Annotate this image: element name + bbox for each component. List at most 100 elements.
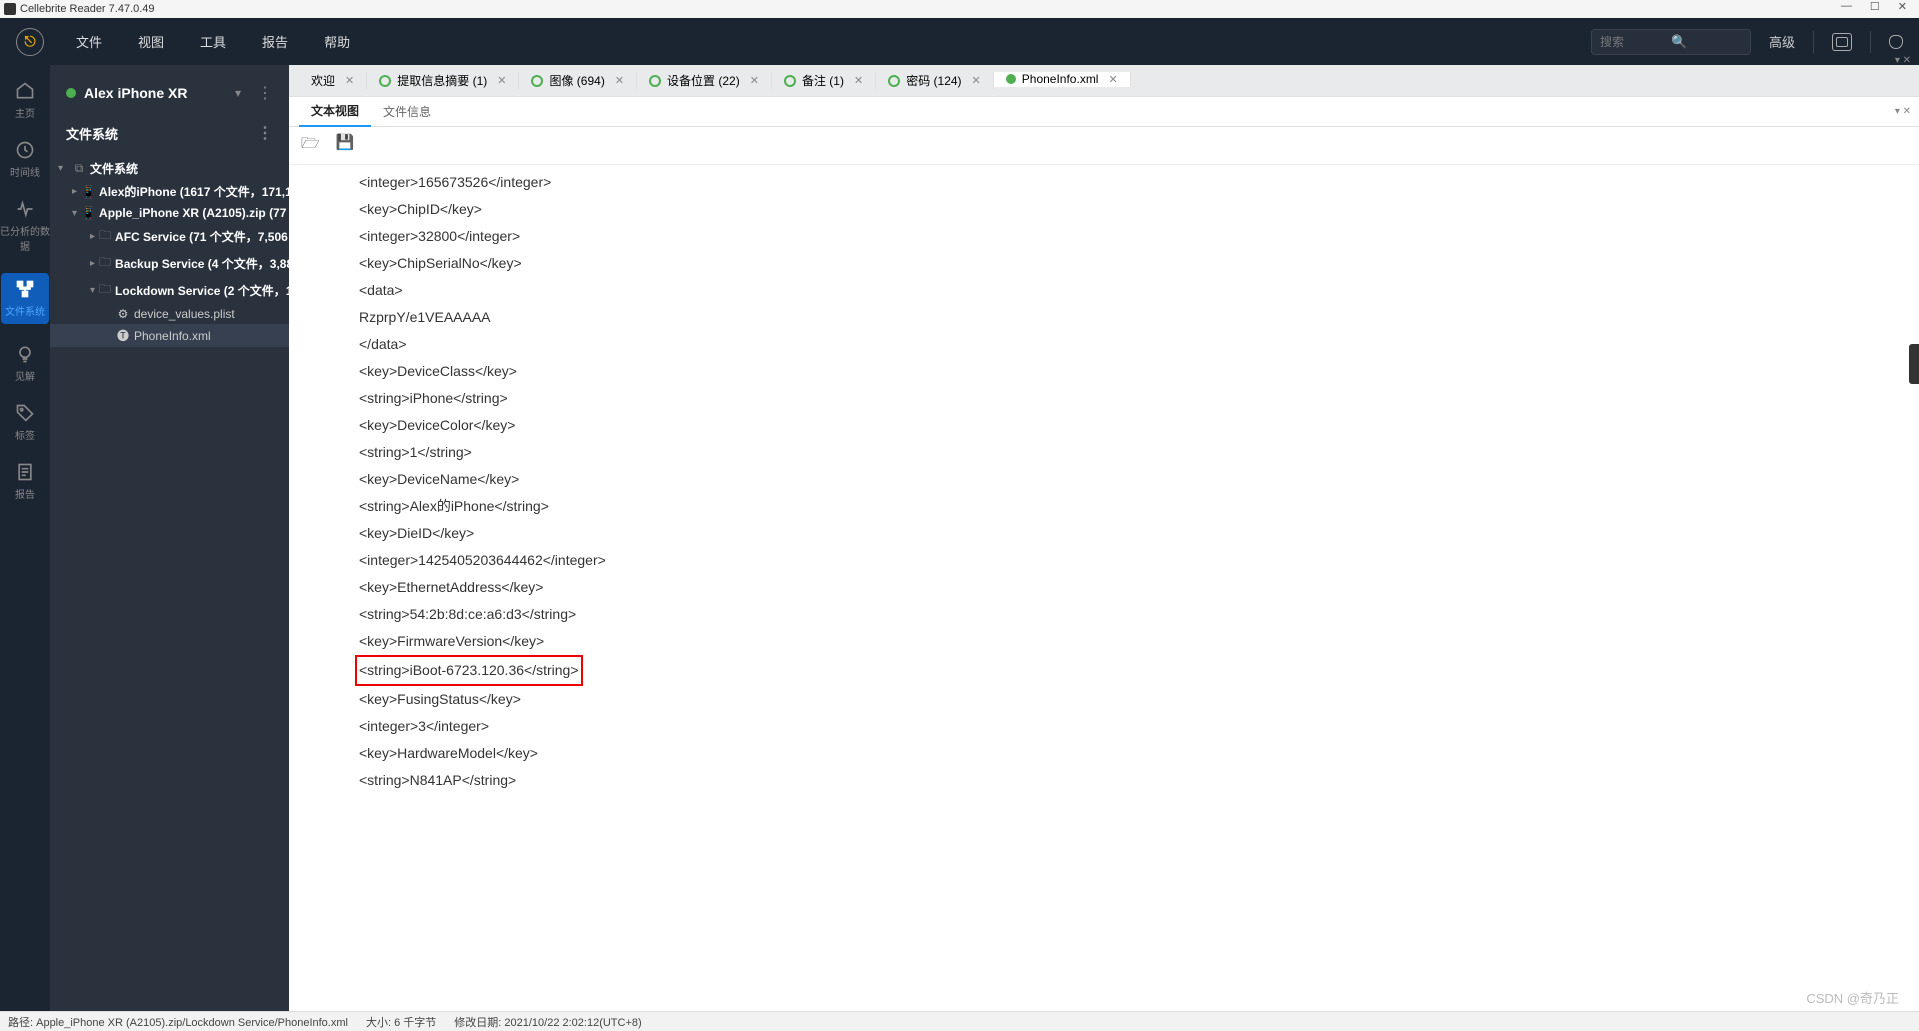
phone-icon: 📱 xyxy=(81,206,95,220)
title-bar: Cellebrite Reader 7.47.0.49 — ☐ ✕ xyxy=(0,0,1919,18)
xml-line: <key>ChipID</key> xyxy=(359,196,1849,223)
menu-tools[interactable]: 工具 xyxy=(200,32,226,51)
close-icon[interactable]: ✕ xyxy=(345,74,354,87)
xml-line: <integer>165673526</integer> xyxy=(359,169,1849,196)
sub-tab-file-info[interactable]: 文件信息 xyxy=(371,97,443,126)
advanced-link[interactable]: 高级 xyxy=(1769,32,1795,51)
xml-line: <key>DeviceName</key> xyxy=(359,466,1849,493)
document-tab[interactable]: 提取信息摘要 (1) ✕ xyxy=(367,72,519,89)
rail-home[interactable]: 主页 xyxy=(15,81,35,120)
tree-label: PhoneInfo.xml xyxy=(134,329,211,343)
sub-tab-text-view[interactable]: 文本视图 xyxy=(299,96,371,127)
xml-line: <key>EthernetAddress</key> xyxy=(359,574,1849,601)
xml-line: <key>DieID</key> xyxy=(359,520,1849,547)
tree-label: AFC Service (71 个文件，7,506 xyxy=(115,228,288,245)
rail-tags[interactable]: 标签 xyxy=(15,403,35,442)
content-area: ▾ ✕ 欢迎✕提取信息摘要 (1)✕图像 (694)✕设备位置 (22)✕备注 … xyxy=(289,65,1919,1011)
save-button[interactable]: 💾 xyxy=(336,133,355,158)
menu-report[interactable]: 报告 xyxy=(262,32,288,51)
tree-label: Backup Service (4 个文件，3,88 xyxy=(115,255,289,272)
open-folder-button[interactable]: 🗁 xyxy=(301,133,320,158)
tree-zip[interactable]: ▾📱Apple_iPhone XR (A2105).zip (77 xyxy=(50,203,289,223)
document-tab[interactable]: 设备位置 (22)✕ xyxy=(637,72,772,89)
window-controls: — ☐ ✕ xyxy=(1841,0,1919,13)
xml-line: <key>DeviceColor</key> xyxy=(359,412,1849,439)
tree-lockdown[interactable]: ▾🗀Lockdown Service (2 个文件，1 xyxy=(50,277,289,304)
open-circle-icon xyxy=(784,75,796,87)
chevron-down-icon: ▾ xyxy=(72,208,77,219)
status-path: 路径: Apple_iPhone XR (A2105).zip/Lockdown… xyxy=(8,1014,348,1030)
document-tab[interactable]: 图像 (694)✕ xyxy=(519,72,637,89)
close-button[interactable]: ✕ xyxy=(1898,0,1907,13)
rail-timeline-label: 时间线 xyxy=(10,164,40,179)
rail-analyzed[interactable]: 已分析的数据 xyxy=(0,199,50,253)
menu-file[interactable]: 文件 xyxy=(76,32,102,51)
main-menu: 文件 视图 工具 报告 帮助 xyxy=(76,32,350,51)
device-header[interactable]: Alex iPhone XR ▾ ⋮ xyxy=(50,65,289,113)
open-circle-icon xyxy=(649,75,661,87)
more-icon[interactable]: ⋮ xyxy=(257,123,273,143)
tree-device[interactable]: ▸📱Alex的iPhone (1617 个文件，171,1 xyxy=(50,180,289,203)
tree-backup[interactable]: ▸🗀Backup Service (4 个文件，3,88 xyxy=(50,250,289,277)
xml-line: <string>iPhone</string> xyxy=(359,385,1849,412)
menu-view[interactable]: 视图 xyxy=(138,32,164,51)
file-icon: 🅣 xyxy=(116,327,130,344)
close-icon[interactable]: ✕ xyxy=(1108,73,1117,86)
xml-line: <integer>32800</integer> xyxy=(359,223,1849,250)
folder-icon: 🗀 xyxy=(99,280,111,301)
more-icon[interactable]: ⋮ xyxy=(257,83,273,103)
gear-icon: ⚙ xyxy=(116,307,130,321)
rail-timeline[interactable]: 时间线 xyxy=(10,140,40,179)
xml-line: <integer>3</integer> xyxy=(359,713,1849,740)
tree-file-plist[interactable]: ⚙device_values.plist xyxy=(50,304,289,324)
close-icon[interactable]: ✕ xyxy=(750,74,759,87)
document-tab[interactable]: PhoneInfo.xml ✕ xyxy=(994,72,1131,87)
tabs-dropdown-icon[interactable]: ▾ ✕ xyxy=(1895,106,1911,117)
chevron-down-icon[interactable]: ▾ xyxy=(235,86,241,100)
rail-home-label: 主页 xyxy=(15,105,35,120)
notification-icon[interactable] xyxy=(1889,35,1903,49)
xml-line: <string>Alex的iPhone</string> xyxy=(359,493,1849,520)
close-icon[interactable]: ✕ xyxy=(497,74,506,87)
right-panel-handle[interactable] xyxy=(1909,344,1919,384)
minimize-button[interactable]: — xyxy=(1841,0,1852,13)
tree-file-phoneinfo[interactable]: 🅣 PhoneInfo.xml xyxy=(50,324,289,347)
xml-line: <data> xyxy=(359,277,1849,304)
open-circle-icon xyxy=(888,75,900,87)
tab-label: PhoneInfo.xml xyxy=(1022,72,1099,86)
folder-icon: 🗀 xyxy=(99,253,111,274)
document-tab[interactable]: 欢迎✕ xyxy=(299,72,367,89)
document-tab[interactable]: 密码 (124)✕ xyxy=(876,72,994,89)
xml-text-view[interactable]: <integer>165673526</integer><key>ChipID<… xyxy=(289,165,1919,1011)
xml-line: <key>HardwareModel</key> xyxy=(359,740,1849,767)
maximize-button[interactable]: ☐ xyxy=(1870,0,1880,13)
folder-icon: 🗀 xyxy=(99,226,111,247)
file-tree: ▾⧉文件系统 ▸📱Alex的iPhone (1617 个文件，171,1 ▾ 📱 A… xyxy=(50,153,289,351)
chevron-right-icon: ▸ xyxy=(72,186,77,197)
fs-heading-label: 文件系统 xyxy=(66,124,118,143)
tabs-dropdown-icon[interactable]: ▾ ✕ xyxy=(1895,55,1911,66)
document-tab[interactable]: 备注 (1)✕ xyxy=(772,72,876,89)
xml-line: <string>1</string> xyxy=(359,439,1849,466)
tree-label: Alex的iPhone (1617 个文件，171,1 xyxy=(99,183,289,200)
close-icon[interactable]: ✕ xyxy=(615,74,624,87)
rail-report[interactable]: 报告 xyxy=(15,462,35,501)
search-icon[interactable]: 🔍 xyxy=(1671,34,1742,50)
top-menu-bar: ⎋ 文件 视图 工具 报告 帮助 搜索 🔍 高级 xyxy=(0,18,1919,65)
tree-root[interactable]: ▾⧉文件系统 xyxy=(50,157,289,180)
close-icon[interactable]: ✕ xyxy=(854,74,863,87)
menu-help[interactable]: 帮助 xyxy=(324,32,350,51)
rail-filesystem[interactable]: 文件系统 xyxy=(1,273,49,324)
screenshot-icon[interactable] xyxy=(1832,33,1852,51)
search-input[interactable]: 搜索 🔍 xyxy=(1591,29,1751,55)
tree-afc[interactable]: ▸ 🗀AFC Service (71 个文件，7,506 xyxy=(50,223,289,250)
filled-circle-icon xyxy=(1006,74,1016,84)
file-toolbar: 🗁 💾 xyxy=(289,127,1919,165)
app-logo: ⎋ xyxy=(16,28,44,56)
close-icon[interactable]: ✕ xyxy=(972,74,981,87)
tab-label: 提取信息摘要 (1) xyxy=(397,72,487,89)
search-placeholder: 搜索 xyxy=(1600,33,1671,50)
rail-insights[interactable]: 见解 xyxy=(15,344,35,383)
tree-label: Lockdown Service (2 个文件，1 xyxy=(115,282,289,299)
chevron-right-icon: ▸ xyxy=(90,231,95,242)
